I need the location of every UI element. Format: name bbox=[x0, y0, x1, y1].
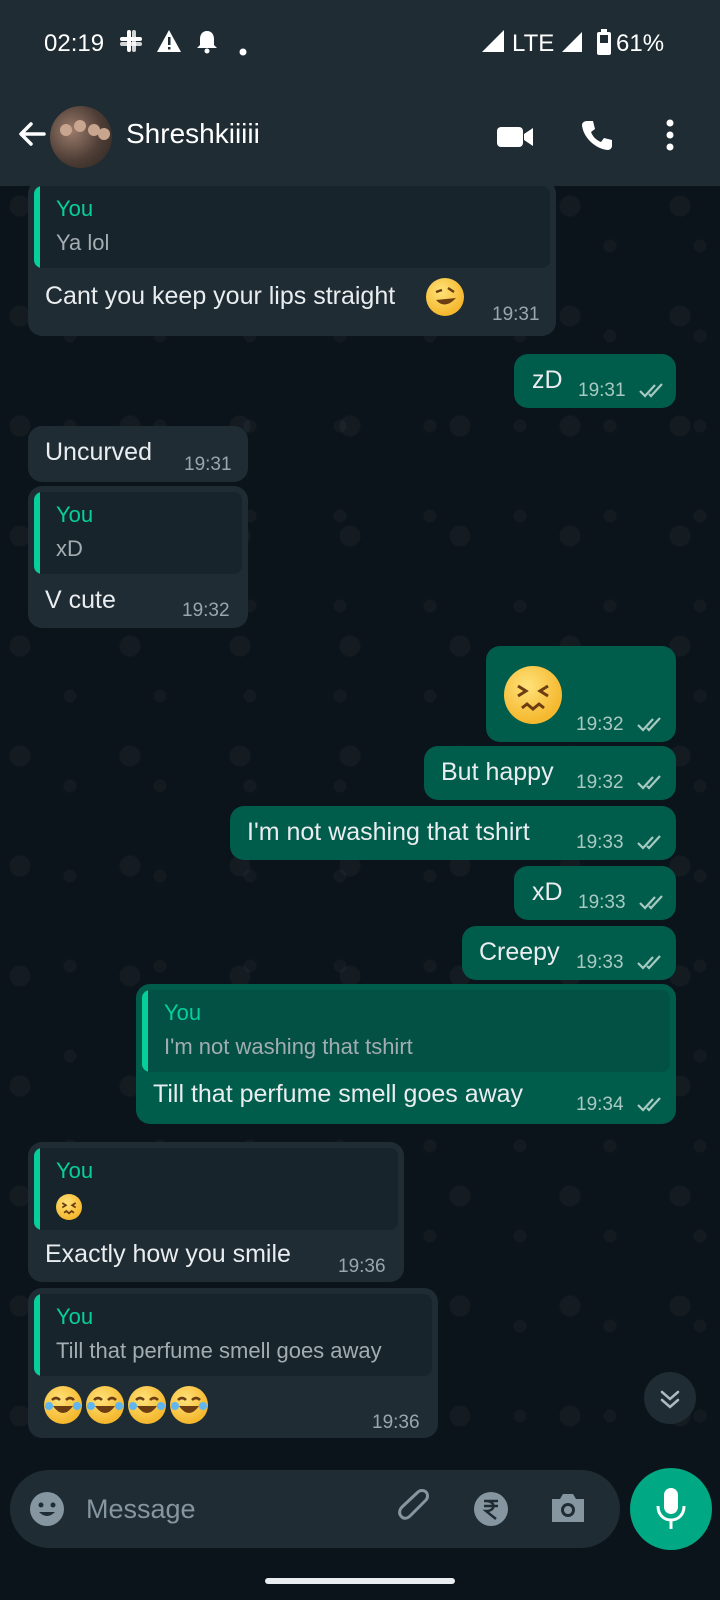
battery-percent: 61% bbox=[616, 30, 665, 57]
message-bubble-outgoing[interactable]: xD 19:33 bbox=[514, 866, 676, 920]
quote-author: You bbox=[56, 1158, 94, 1183]
quoted-message[interactable]: You Till that perfume smell goes away bbox=[34, 1294, 432, 1376]
message-time: 19:31 bbox=[492, 304, 540, 325]
read-receipt-icon bbox=[637, 1097, 661, 1112]
quote-author: You bbox=[56, 1304, 94, 1329]
slack-icon bbox=[118, 28, 144, 61]
message-text: Creepy bbox=[479, 938, 560, 966]
attach-icon[interactable] bbox=[396, 1488, 436, 1533]
quote-text: I'm not washing that tshirt bbox=[164, 1034, 413, 1059]
mic-icon bbox=[656, 1488, 686, 1529]
network-label: LTE bbox=[512, 30, 555, 57]
message-text: Uncurved bbox=[45, 438, 152, 466]
confounded-face-emoji bbox=[56, 1194, 82, 1220]
quoted-message[interactable]: You Ya lol bbox=[34, 186, 550, 268]
message-time: 19:33 bbox=[576, 832, 624, 853]
rolling-laugh-emoji bbox=[426, 278, 464, 316]
quote-accent-bar bbox=[34, 1294, 40, 1376]
confounded-face-emoji bbox=[504, 666, 562, 724]
joy-emoji bbox=[128, 1386, 166, 1424]
message-text: Till that perfume smell goes away bbox=[153, 1080, 524, 1108]
message-time: 19:32 bbox=[576, 714, 624, 735]
chat-header: Shreshkiiiii bbox=[0, 88, 720, 186]
bell-icon bbox=[194, 28, 220, 61]
quote-text: xD bbox=[56, 536, 83, 561]
quote-author: You bbox=[56, 196, 94, 221]
joy-emoji bbox=[44, 1386, 82, 1424]
message-bubble-incoming[interactable]: You Ya lol Cant you keep your lips strai… bbox=[28, 186, 556, 336]
message-time: 19:31 bbox=[578, 380, 626, 401]
battery-icon bbox=[596, 28, 612, 63]
quote-accent-bar bbox=[34, 186, 40, 268]
read-receipt-icon bbox=[639, 383, 663, 398]
home-gesture-pill[interactable] bbox=[265, 1578, 455, 1584]
read-receipt-icon bbox=[637, 955, 661, 970]
quoted-message[interactable]: You xD bbox=[34, 492, 242, 574]
system-nav-bar bbox=[0, 1560, 720, 1600]
message-bubble-incoming[interactable]: Uncurved 19:31 bbox=[28, 426, 248, 482]
message-text: Exactly how you smile bbox=[45, 1240, 291, 1268]
message-text: I'm not washing that tshirt bbox=[247, 818, 530, 846]
quote-accent-bar bbox=[34, 492, 40, 574]
message-bubble-outgoing[interactable]: Creepy 19:33 bbox=[462, 926, 676, 980]
quote-text: Till that perfume smell goes away bbox=[56, 1338, 382, 1363]
back-arrow-icon[interactable] bbox=[14, 116, 50, 152]
status-time: 02:19 bbox=[44, 30, 105, 57]
message-text: xD bbox=[532, 878, 563, 906]
message-bubble-incoming[interactable]: You Till that perfume smell goes away 19… bbox=[28, 1288, 438, 1438]
chat-area[interactable]: You Ya lol Cant you keep your lips strai… bbox=[0, 186, 720, 1462]
message-time: 19:36 bbox=[338, 1256, 386, 1277]
read-receipt-icon bbox=[637, 835, 661, 850]
message-bubble-outgoing[interactable]: But happy 19:32 bbox=[424, 746, 676, 800]
message-time: 19:34 bbox=[576, 1094, 624, 1115]
message-input[interactable]: Message bbox=[86, 1494, 196, 1525]
quoted-message[interactable]: You I'm not washing that tshirt bbox=[142, 990, 670, 1072]
dot-icon bbox=[238, 36, 248, 64]
message-text: But happy bbox=[441, 758, 554, 786]
message-time: 19:31 bbox=[184, 454, 232, 475]
message-composer[interactable]: Message bbox=[10, 1470, 620, 1548]
mic-button[interactable] bbox=[630, 1468, 712, 1550]
quote-text: Ya lol bbox=[56, 230, 110, 255]
message-time: 19:36 bbox=[372, 1412, 420, 1433]
message-bubble-incoming[interactable]: You xD V cute 19:32 bbox=[28, 486, 248, 628]
video-call-icon[interactable] bbox=[496, 124, 534, 155]
read-receipt-icon bbox=[637, 775, 661, 790]
quote-accent-bar bbox=[34, 1148, 40, 1230]
message-text: Cant you keep your lips straight bbox=[45, 282, 396, 310]
message-time: 19:32 bbox=[576, 772, 624, 793]
message-bubble-outgoing[interactable]: I'm not washing that tshirt 19:33 bbox=[230, 806, 676, 860]
message-time: 19:33 bbox=[576, 952, 624, 973]
quote-author: You bbox=[164, 1000, 202, 1025]
emoji-icon[interactable] bbox=[28, 1490, 66, 1533]
chevron-double-down-icon bbox=[660, 1390, 680, 1409]
scroll-to-bottom-button[interactable] bbox=[644, 1372, 696, 1424]
read-receipt-icon bbox=[637, 717, 661, 732]
status-bar: 02:19 LTE 61% bbox=[0, 0, 720, 88]
message-time: 19:33 bbox=[578, 892, 626, 913]
more-vert-icon[interactable] bbox=[666, 118, 674, 157]
alert-icon bbox=[156, 28, 182, 61]
message-bubble-incoming[interactable]: You Exactly how you smile 19:36 bbox=[28, 1142, 404, 1282]
phone-icon[interactable] bbox=[580, 118, 614, 157]
quote-author: You bbox=[56, 502, 94, 527]
message-text: zD bbox=[532, 366, 563, 394]
joy-emoji bbox=[170, 1386, 208, 1424]
message-bubble-outgoing[interactable]: 19:32 bbox=[486, 646, 676, 742]
avatar[interactable] bbox=[50, 106, 112, 168]
signal-icon bbox=[560, 30, 584, 61]
read-receipt-icon bbox=[639, 895, 663, 910]
signal-icon bbox=[480, 30, 506, 61]
camera-icon[interactable] bbox=[548, 1490, 588, 1531]
quoted-message[interactable]: You bbox=[34, 1148, 398, 1230]
quote-accent-bar bbox=[142, 990, 148, 1072]
joy-emoji bbox=[86, 1386, 124, 1424]
contact-name[interactable]: Shreshkiiiii bbox=[126, 118, 260, 150]
message-bubble-outgoing[interactable]: zD 19:31 bbox=[514, 354, 676, 408]
message-bubble-outgoing[interactable]: You I'm not washing that tshirt Till tha… bbox=[136, 984, 676, 1124]
message-text: V cute bbox=[45, 586, 116, 614]
message-time: 19:32 bbox=[182, 600, 230, 621]
rupee-payment-icon[interactable] bbox=[472, 1490, 510, 1533]
